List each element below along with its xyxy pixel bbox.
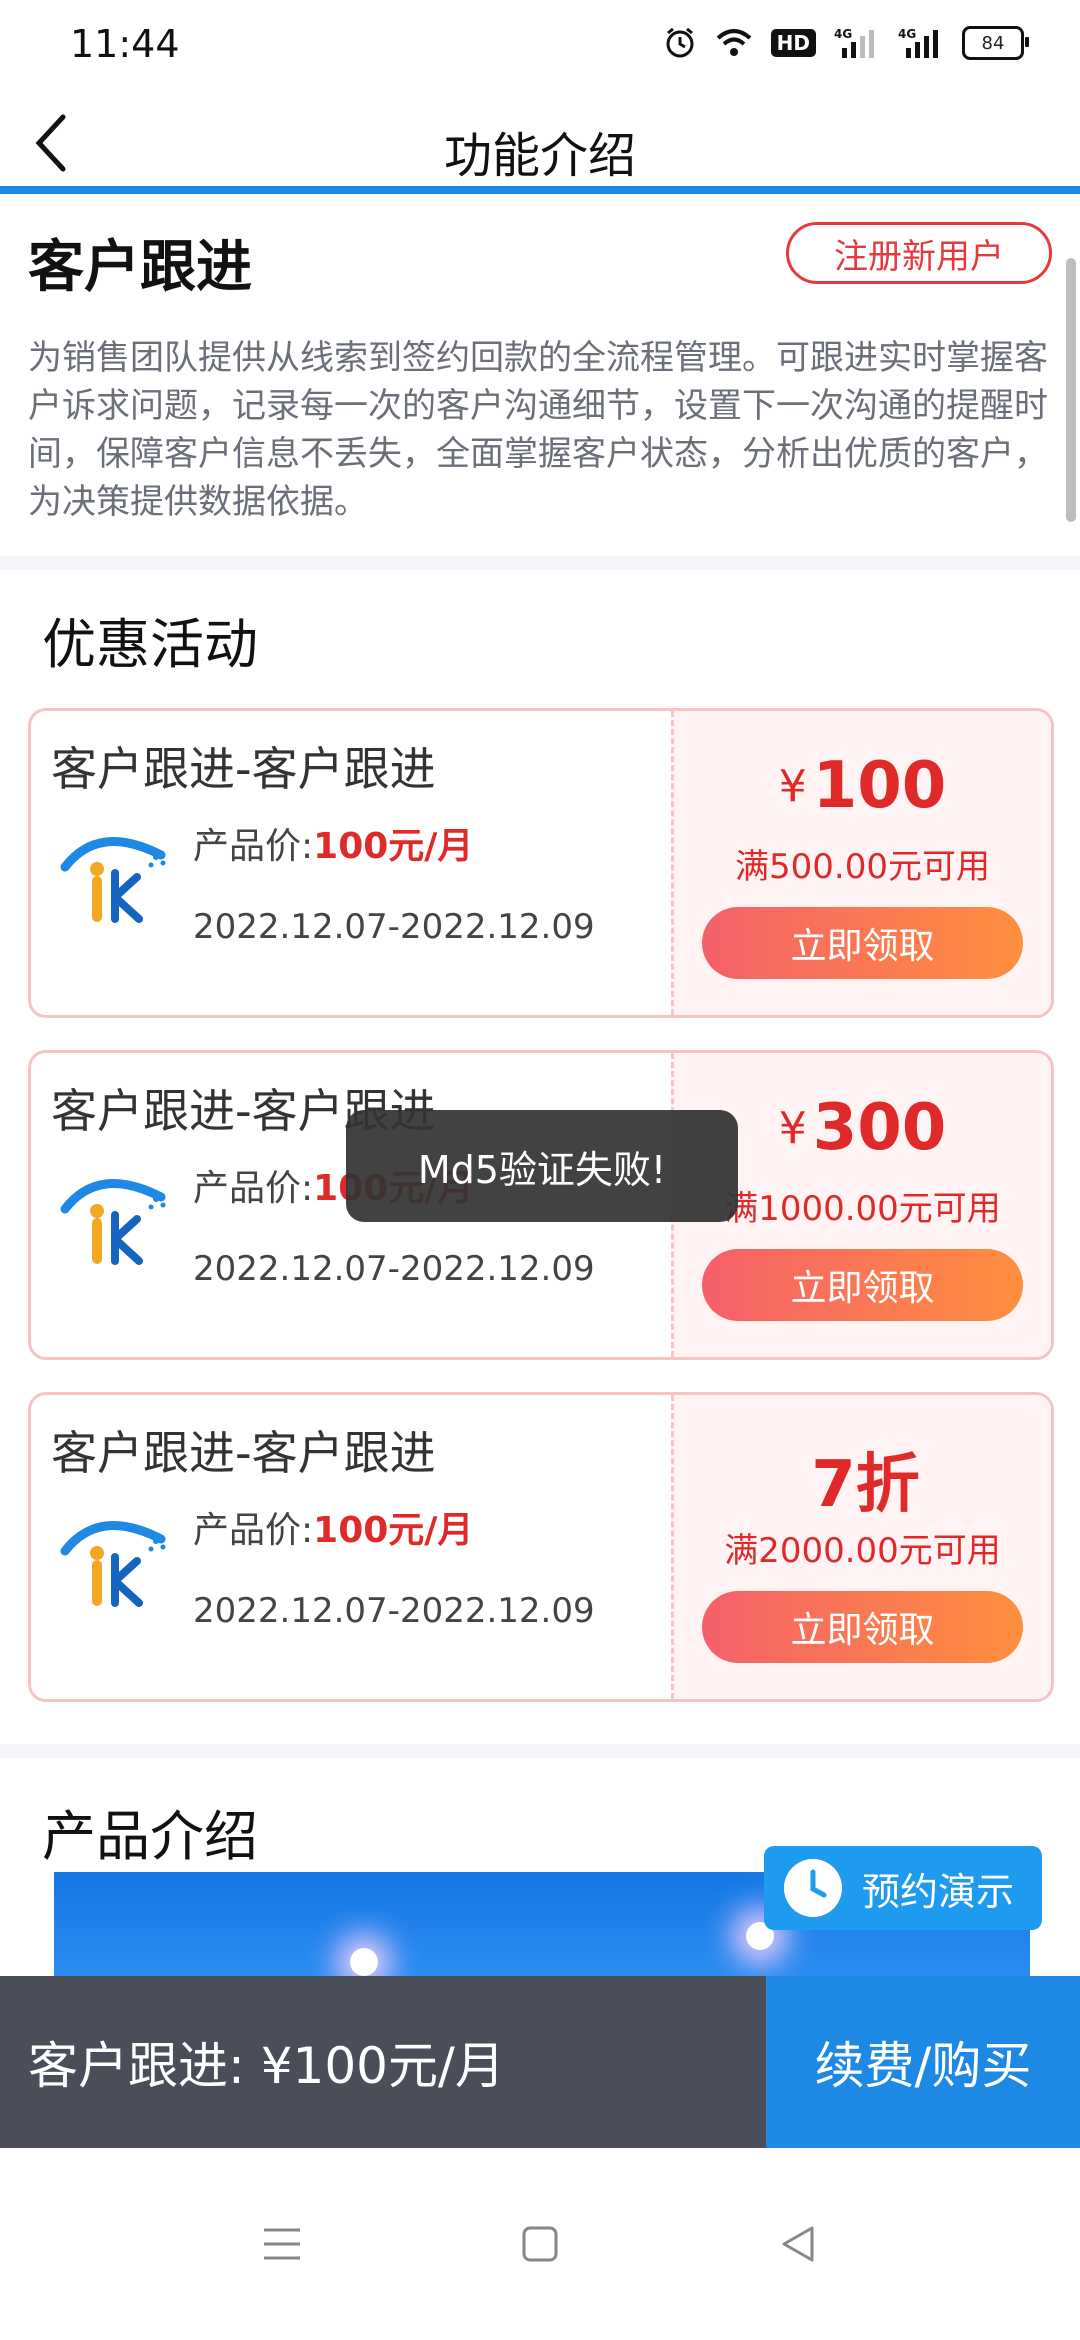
coupon-name: 客户跟进-客户跟进	[51, 742, 436, 796]
signal-icon: 4G	[898, 26, 944, 60]
price-label: 产品价:	[193, 1510, 314, 1551]
amount-value: 7折	[811, 1448, 920, 1522]
coupon-amount: 7折	[674, 1433, 1051, 1525]
amount-value: 100	[812, 749, 947, 823]
status-bar: 11:44 HD 4G 4G 84	[0, 0, 1080, 96]
network-label-2: 4G	[898, 27, 916, 41]
coupon-name: 客户跟进-客户跟进	[51, 1426, 436, 1480]
battery-icon: 84	[962, 26, 1029, 60]
price-label: 产品价:	[193, 1168, 314, 1209]
price-summary: 客户跟进: ¥100元/月	[0, 1976, 766, 2148]
product-price: 产品价:100元/月	[193, 817, 473, 869]
claim-button[interactable]: 立即领取	[702, 1591, 1023, 1663]
system-nav-bar	[0, 2148, 1080, 2340]
purchase-bar: 客户跟进: ¥100元/月 续费/购买	[0, 1976, 1080, 2148]
coupon-amount: ¥100	[674, 749, 1051, 823]
status-icons: HD 4G 4G 84	[663, 26, 1029, 60]
register-button[interactable]: 注册新用户	[786, 222, 1052, 284]
section-divider	[0, 1744, 1080, 1758]
toast-message: Md5验证失败!	[346, 1110, 738, 1222]
product-price: 产品价:100元/月	[193, 1501, 473, 1553]
scrollbar[interactable]	[1066, 258, 1076, 522]
feature-title: 客户跟进	[28, 235, 252, 300]
coupon-condition: 满500.00元可用	[735, 847, 990, 887]
menu-icon	[264, 2228, 300, 2260]
coupon-value: 7折 满2000.00元可用 立即领取	[671, 1395, 1051, 1699]
claim-button[interactable]: 立即领取	[702, 1249, 1023, 1321]
price-label: 产品价:	[193, 826, 314, 867]
coupon-card: 客户跟进-客户跟进 产品价:100元/月 2022.12.07-2022.12.…	[28, 1392, 1054, 1702]
currency-symbol: ¥	[778, 761, 807, 812]
home-button[interactable]	[500, 2204, 580, 2284]
currency-symbol: ¥	[778, 1103, 807, 1154]
product-logo-icon	[60, 837, 166, 923]
coupon-info: 客户跟进-客户跟进 产品价:100元/月 2022.12.07-2022.12.…	[31, 1395, 671, 1699]
back-nav-button[interactable]	[758, 2204, 838, 2284]
book-demo-button[interactable]: 预约演示	[764, 1846, 1042, 1930]
status-time: 11:44	[70, 22, 180, 66]
amount-value: 300	[812, 1091, 947, 1165]
coupon-dates: 2022.12.07-2022.12.09	[193, 1591, 595, 1631]
product-logo-icon	[60, 1179, 166, 1265]
coupon-card: 客户跟进-客户跟进 产品价:100元/月 2022.12.07-2022.12.…	[28, 708, 1054, 1018]
header-divider	[0, 186, 1080, 194]
buy-button[interactable]: 续费/购买	[766, 1976, 1080, 2148]
claim-button[interactable]: 立即领取	[702, 907, 1023, 979]
banner-light	[350, 1948, 378, 1976]
home-square-icon	[522, 2226, 558, 2262]
coupon-info: 客户跟进-客户跟进 产品价:100元/月 2022.12.07-2022.12.…	[31, 711, 671, 1015]
triangle-back-icon	[782, 2226, 814, 2262]
product-logo-icon	[60, 1521, 166, 1607]
network-label-1: 4G	[834, 27, 852, 41]
coupon-value: ¥100 满500.00元可用 立即领取	[671, 711, 1051, 1015]
app-header: 功能介绍	[0, 96, 1080, 188]
feature-intro: 客户跟进 注册新用户 为销售团队提供从线索到签约回款的全流程管理。可跟进实时掌握…	[0, 194, 1080, 556]
coupon-dates: 2022.12.07-2022.12.09	[193, 907, 595, 947]
promotions-title: 优惠活动	[42, 613, 258, 676]
coupon-condition: 满2000.00元可用	[724, 1531, 1001, 1571]
menu-button[interactable]	[242, 2204, 322, 2284]
wifi-icon	[715, 28, 753, 58]
price-value: 100元/月	[313, 826, 474, 867]
clock-icon	[784, 1859, 842, 1917]
page-title: 功能介绍	[443, 128, 636, 184]
alarm-icon	[663, 26, 697, 60]
coupon-dates: 2022.12.07-2022.12.09	[193, 1249, 595, 1289]
section-divider	[0, 556, 1080, 570]
hd-badge: HD	[770, 29, 816, 57]
price-value: 100元/月	[313, 1510, 474, 1551]
book-demo-label: 预约演示	[862, 1869, 1015, 1914]
product-intro-title: 产品介绍	[42, 1805, 258, 1868]
signal-icon: 4G	[834, 26, 880, 60]
feature-description: 为销售团队提供从线索到签约回款的全流程管理。可跟进实时掌握客户诉求问题，记录每一…	[28, 338, 1048, 522]
